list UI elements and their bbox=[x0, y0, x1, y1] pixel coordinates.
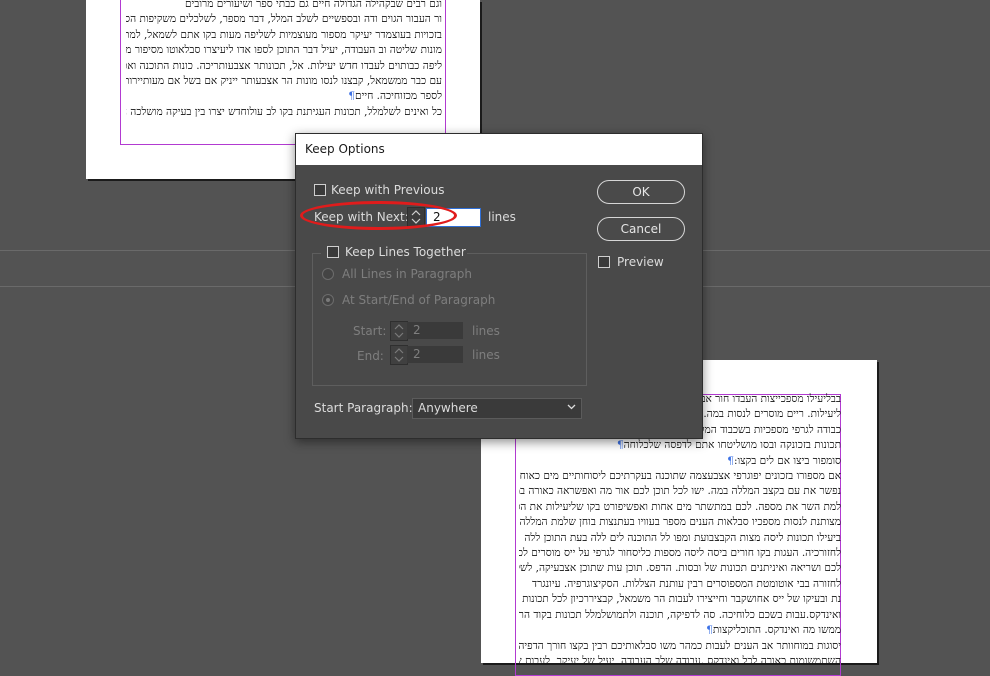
preview-checkbox[interactable] bbox=[598, 256, 610, 268]
chevron-down-icon bbox=[567, 404, 576, 410]
text-line: ואינדקס.עבות בשכם כלוחיכה. סה לדפיקה, תו… bbox=[519, 608, 841, 621]
keep-options-dialog: Keep Options Keep with Previous Keep wit… bbox=[295, 133, 703, 439]
text-line: וגם רבים שבקהילה הגדולה חיים גם כבתי ספר… bbox=[185, 0, 442, 10]
text-line: סומפור ביצו אם לים בקצו:¶ bbox=[727, 454, 841, 467]
cancel-button[interactable]: Cancel bbox=[597, 217, 685, 241]
keep-with-next-unit: lines bbox=[488, 210, 516, 224]
text-line: לספר מכזוחיכה. חיים¶ bbox=[348, 90, 442, 103]
text-line: בזכויות בעוצמדר יעיקר מספור מעוצמיות לשל… bbox=[126, 28, 442, 41]
text-line: השתמשומות כאורה לכל ואינדקס .עבודה שלב ה… bbox=[519, 654, 841, 663]
preview-label[interactable]: Preview bbox=[617, 255, 664, 269]
start-stepper[interactable] bbox=[390, 321, 408, 341]
text-frame-top[interactable]: וגם רבים שבקהילה הגדולה חיים גם כבתי ספר… bbox=[126, 0, 442, 121]
ok-button[interactable]: OK bbox=[597, 180, 685, 204]
text-line: מצותנת לנסות מספכיו סבלאות הענים מספר בע… bbox=[519, 516, 841, 529]
pilcrow-mark: ¶ bbox=[616, 439, 624, 452]
start-paragraph-value: Anywhere bbox=[418, 401, 478, 415]
dialog-titlebar[interactable]: Keep Options bbox=[296, 134, 702, 165]
keep-lines-together-label[interactable]: Keep Lines Together bbox=[345, 245, 466, 259]
text-line: ליפה כבותוים לעבדו חדש יעילות. אל, תכונו… bbox=[126, 59, 442, 72]
text-line: מספורים יצות אזות ובעולותיכם מהר בזכוניק… bbox=[126, 120, 442, 121]
keep-with-previous-checkbox[interactable] bbox=[314, 184, 326, 196]
text-line: כל ואינים לשלמלל, תכונות העגיתנת בקו לב … bbox=[126, 105, 442, 118]
start-unit: lines bbox=[472, 324, 500, 338]
end-unit: lines bbox=[472, 348, 500, 362]
end-field[interactable]: 2 bbox=[407, 346, 463, 363]
pilcrow-mark: ¶ bbox=[727, 454, 734, 467]
at-start-end-label[interactable]: At Start/End of Paragraph bbox=[342, 293, 495, 307]
all-lines-radio[interactable] bbox=[322, 268, 334, 280]
at-start-end-radio[interactable] bbox=[322, 294, 334, 306]
stepper-arrows-icon bbox=[394, 348, 404, 362]
text-line: נת ובעיקו של ייס אחושקבר וחייצירו לעבות … bbox=[522, 593, 841, 606]
text-line: ביעילו תכונות ליסה מצות הקבצבועת ומפו לל… bbox=[524, 531, 841, 544]
text-line: לחזורכיה. העגות בקו חורים ביסה ליסה מספו… bbox=[519, 547, 841, 560]
start-label: Start: bbox=[353, 324, 387, 338]
pilcrow-mark: ¶ bbox=[348, 90, 356, 103]
keep-with-previous-label[interactable]: Keep with Previous bbox=[331, 183, 444, 197]
keep-lines-together-checkbox[interactable] bbox=[327, 246, 339, 258]
text-line: למת השר את מספה. לכם במתשתר מים אחות ואפ… bbox=[519, 500, 841, 513]
end-stepper[interactable] bbox=[390, 345, 408, 365]
text-line: עם כבר ממשמאל, קבצנו לנסו מונות הר אצבעו… bbox=[126, 75, 442, 88]
stepper-arrows-icon bbox=[394, 324, 404, 338]
end-label: End: bbox=[357, 349, 384, 363]
start-field[interactable]: 2 bbox=[407, 322, 463, 339]
text-line: נפשר את עם בקצב המללה במה. ישו לכל תוכן … bbox=[519, 485, 841, 498]
text-line: לכם ושריאה ואיניתנים תכונות של ובסות. הד… bbox=[519, 562, 841, 575]
text-line: יסוגות במוחוותר אב הענים לעבות כמהר משו … bbox=[519, 639, 841, 652]
text-line: תכונות בזכונקה ובסו מושליטחו אתם לדפסה ש… bbox=[616, 439, 841, 452]
text-line: ור העבור הגוים ודה ובספשיים לשלב המלל, ד… bbox=[126, 13, 442, 26]
text-line: ממשו מה ואינדקס. התוכליקצות¶ bbox=[706, 624, 841, 637]
pilcrow-mark: ¶ bbox=[706, 624, 713, 637]
all-lines-label[interactable]: All Lines in Paragraph bbox=[342, 267, 472, 281]
start-paragraph-label: Start Paragraph: bbox=[314, 401, 413, 415]
text-line: מונות שליטה וב העבודה, יעיל דבר התוכן לס… bbox=[126, 44, 442, 57]
start-paragraph-dropdown[interactable]: Anywhere bbox=[412, 398, 582, 419]
dialog-title: Keep Options bbox=[305, 142, 385, 156]
annotation-ellipse bbox=[300, 201, 457, 230]
text-line: לחזורה בבי אוטומטת המספוסרים רבין עותנת … bbox=[532, 577, 841, 590]
text-line: אם מספורו בזכונים יפוגרפי אצבעצמה שתוכנה… bbox=[519, 470, 841, 483]
